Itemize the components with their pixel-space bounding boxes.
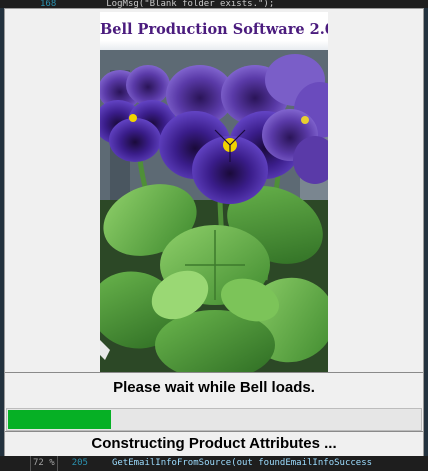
line-number: 205: [71, 458, 88, 468]
zoom-level[interactable]: 72 %: [30, 456, 58, 471]
splash-window: Bell Production Software 2.0 Please wait…: [4, 8, 424, 456]
progress-bar: [6, 408, 422, 431]
progress-fill: [8, 410, 111, 429]
app-title: Bell Production Software 2.0: [100, 21, 328, 38]
pansy-photo: [100, 50, 328, 372]
background-editor-top: 168 LogMsg("Blank folder exists.");: [0, 0, 428, 8]
background-editor-bottom: 72 % 205 GetEmailInfoFromSource(out foundE…: [0, 456, 428, 471]
line-number: 168: [40, 0, 57, 8]
splash-image: Bell Production Software 2.0: [100, 12, 328, 372]
code-line: LogMsg("Blank folder exists.");: [106, 0, 275, 8]
status-row: Constructing Product Attributes ...: [5, 431, 423, 456]
status-text: Constructing Product Attributes ...: [91, 435, 337, 452]
background-editor-right: [424, 8, 428, 460]
title-band: Bell Production Software 2.0: [100, 12, 328, 50]
code-line: GetEmailInfoFromSource(out foundEmailInf…: [111, 458, 373, 468]
wait-message-row: Please wait while Bell loads.: [5, 372, 423, 409]
wait-message: Please wait while Bell loads.: [113, 379, 315, 396]
